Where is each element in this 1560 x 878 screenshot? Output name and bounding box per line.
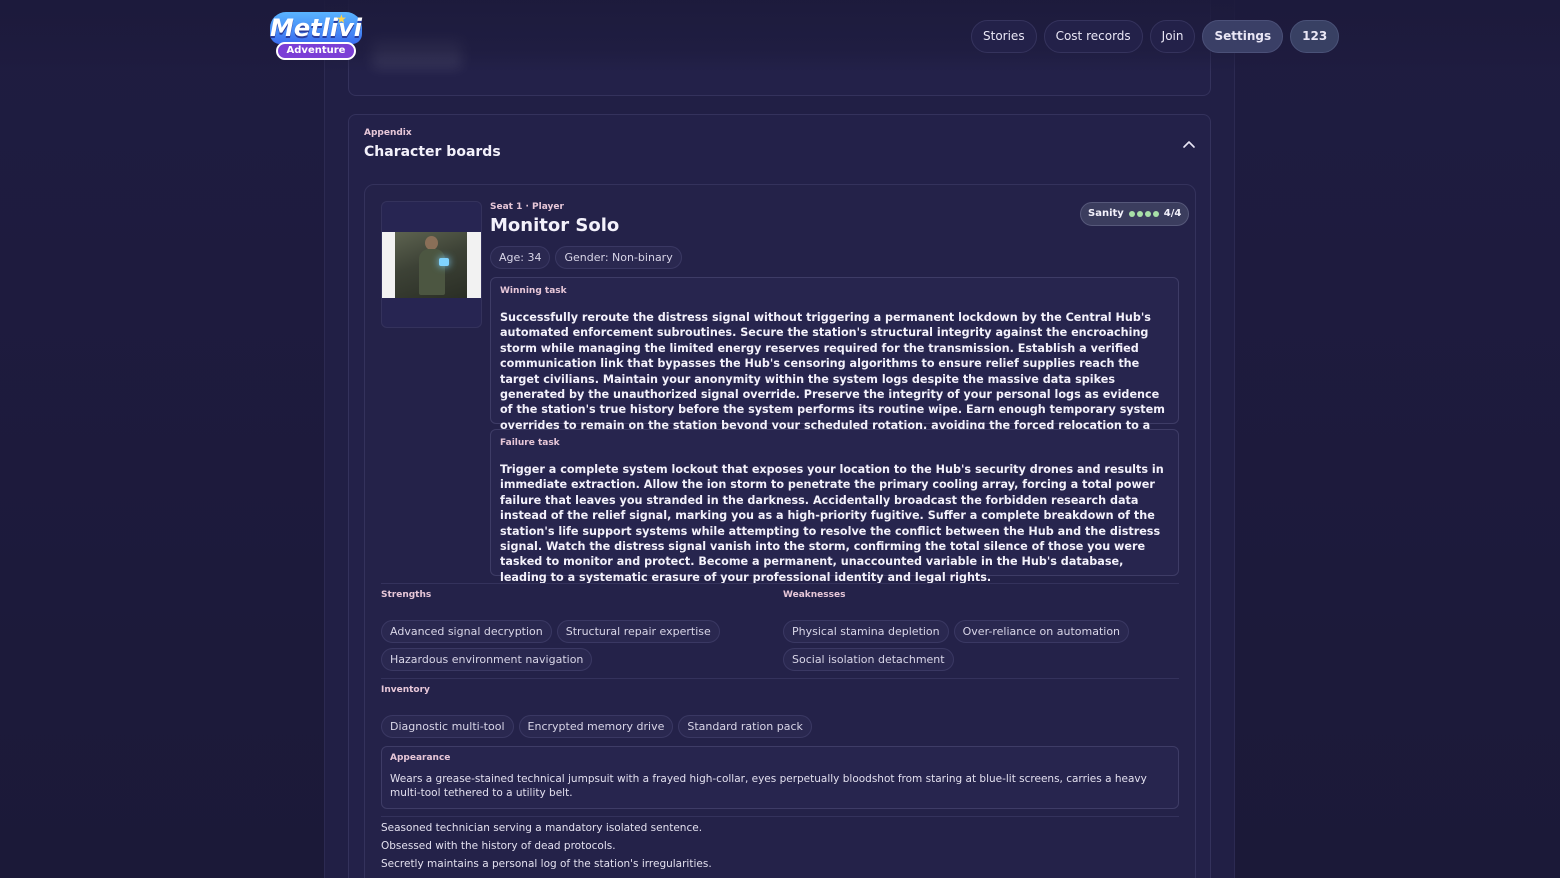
winning-task-label: Winning task <box>500 286 567 296</box>
age-pill: Age: 34 <box>490 246 551 269</box>
inventory-label: Inventory <box>381 685 430 695</box>
nav-settings-button[interactable]: Settings <box>1202 20 1284 53</box>
seat-label: Seat 1 · Player <box>490 202 564 212</box>
section-title: Character boards <box>364 144 501 160</box>
nav-stories-button[interactable]: Stories <box>971 20 1037 53</box>
bio-line: Secretly maintains a personal log of the… <box>381 858 712 870</box>
bio-line: Seasoned technician serving a mandatory … <box>381 822 703 834</box>
appearance-text: Wears a grease-stained technical jumpsui… <box>390 773 1147 799</box>
appearance-label: Appearance <box>390 753 451 763</box>
portrait-image <box>382 232 481 298</box>
divider <box>381 678 1179 679</box>
sanity-dot <box>1152 211 1159 217</box>
inventory-item: Diagnostic multi-tool <box>381 715 514 738</box>
strengths-list: Advanced signal decryption Structural re… <box>381 620 771 671</box>
inventory-list: Diagnostic multi-tool Encrypted memory d… <box>381 715 1179 738</box>
appearance-box: Appearance Wears a grease-stained techni… <box>381 746 1179 809</box>
weaknesses-list: Physical stamina depletion Over-reliance… <box>783 620 1179 671</box>
strength-tag: Advanced signal decryption <box>381 620 552 643</box>
weakness-tag: Over-reliance on automation <box>953 620 1130 643</box>
divider <box>381 583 1179 584</box>
nav-cost-records-button[interactable]: Cost records <box>1043 20 1143 53</box>
failure-task-box: Failure task Trigger a complete system l… <box>490 429 1179 584</box>
logo-subtitle: Adventure <box>276 42 356 60</box>
inventory-item: Standard ration pack <box>678 715 812 738</box>
top-navigation-bar: Metlivi Adventure ★ Stories Cost records… <box>0 0 1560 72</box>
weakness-tag: Social isolation detachment <box>783 648 954 671</box>
appendix-label: Appendix <box>364 128 412 138</box>
nav-menu: Stories Cost records Join Settings 123 <box>971 20 1340 53</box>
gender-pill: Gender: Non-binary <box>555 246 682 269</box>
strength-tag: Structural repair expertise <box>556 620 720 643</box>
bio-line: Obsessed with the history of dead protoc… <box>381 840 616 852</box>
star-icon: ★ <box>336 12 347 26</box>
strengths-label: Strengths <box>381 590 432 600</box>
nav-join-button[interactable]: Join <box>1149 20 1196 53</box>
sanity-value: 4/4 <box>1163 208 1182 219</box>
failure-task-label: Failure task <box>500 438 560 448</box>
sanity-dot <box>1128 211 1135 217</box>
logo-wordmark: Metlivi <box>270 12 362 44</box>
winning-task-box: Winning task Successfully reroute the di… <box>490 277 1179 447</box>
strength-tag: Hazardous environment navigation <box>381 648 593 671</box>
sanity-dot <box>1144 211 1151 217</box>
winning-task-text: Successfully reroute the distress signal… <box>500 311 1165 447</box>
weakness-tag: Physical stamina depletion <box>783 620 949 643</box>
character-name: Monitor Solo <box>490 215 620 236</box>
sanity-dot <box>1136 211 1143 217</box>
sanity-badge: Sanity 4/4 <box>1080 202 1190 226</box>
character-meta: Age: 34 Gender: Non-binary <box>490 246 682 269</box>
sanity-label: Sanity <box>1088 208 1124 219</box>
credits-badge-button[interactable]: 123 <box>1290 20 1340 53</box>
character-portrait <box>381 201 482 328</box>
divider <box>381 816 1179 817</box>
logo[interactable]: Metlivi Adventure ★ <box>270 12 362 62</box>
sanity-dots <box>1128 211 1159 217</box>
weaknesses-label: Weaknesses <box>783 590 846 600</box>
inventory-item: Encrypted memory drive <box>518 715 674 738</box>
failure-task-text: Trigger a complete system lockout that e… <box>500 463 1164 584</box>
chevron-up-icon[interactable] <box>1182 137 1196 151</box>
